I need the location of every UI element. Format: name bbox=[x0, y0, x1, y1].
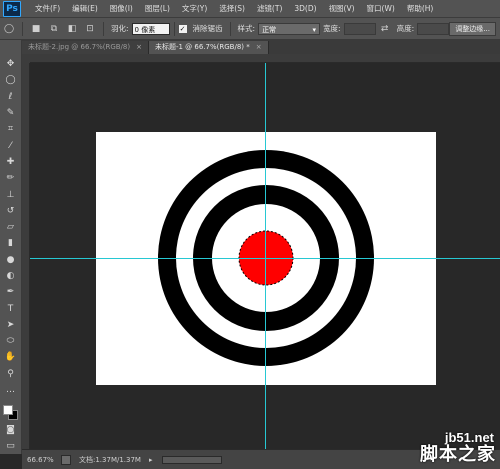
horizontal-guide[interactable] bbox=[30, 258, 500, 259]
options-bar: ◯ ■ ⧉ ◧ ⊡ 羽化: 0 像素 ✓ 消除锯齿 样式: 正常 宽度: ⇄ 高… bbox=[0, 18, 500, 40]
intersect-selection-icon[interactable]: ⊡ bbox=[84, 23, 96, 35]
height-label: 高度: bbox=[396, 24, 415, 33]
move-icon[interactable]: ✥ bbox=[3, 57, 19, 71]
menu-view[interactable]: 视图(V) bbox=[323, 3, 361, 14]
vertical-guide[interactable] bbox=[265, 63, 266, 449]
doc-info-icon[interactable] bbox=[61, 454, 71, 465]
close-icon[interactable]: × bbox=[256, 41, 262, 54]
healing-icon[interactable]: ✚ bbox=[3, 155, 19, 169]
stamp-icon[interactable]: ⊥ bbox=[3, 187, 19, 201]
lasso-icon[interactable]: ℓ bbox=[3, 90, 19, 104]
feather-label: 羽化: bbox=[111, 24, 129, 33]
swap-icon[interactable]: ⇄ bbox=[379, 23, 391, 35]
dodge-icon[interactable]: ◐ bbox=[3, 269, 19, 283]
ellipse-marquee-icon[interactable]: ◯ bbox=[3, 23, 15, 35]
status-menu-icon[interactable]: ▸ bbox=[149, 456, 153, 464]
width-label: 宽度: bbox=[323, 24, 341, 33]
eraser-icon[interactable]: ▱ bbox=[3, 220, 19, 234]
style-label: 样式: bbox=[237, 24, 256, 33]
type-icon[interactable]: T bbox=[3, 301, 19, 315]
horizontal-ruler[interactable] bbox=[30, 54, 500, 63]
eyedropper-icon[interactable]: ⁄ bbox=[3, 138, 19, 152]
menu-image[interactable]: 图像(I) bbox=[104, 3, 139, 14]
menu-help[interactable]: 帮助(H) bbox=[401, 3, 440, 14]
quick-select-icon[interactable]: ✎ bbox=[3, 106, 19, 120]
refine-edge-button[interactable]: 调整边缘... bbox=[449, 21, 496, 36]
photoshop-window: Ps 文件(F) 编辑(E) 图像(I) 图层(L) 文字(Y) 选择(S) 滤… bbox=[0, 0, 500, 469]
menu-type[interactable]: 文字(Y) bbox=[176, 3, 213, 14]
add-selection-icon[interactable]: ⧉ bbox=[48, 23, 60, 35]
close-icon[interactable]: × bbox=[136, 41, 142, 54]
canvas-workspace[interactable] bbox=[30, 63, 500, 449]
new-selection-icon[interactable]: ■ bbox=[30, 23, 42, 35]
ruler-corner bbox=[22, 54, 30, 63]
style-select[interactable]: 正常 bbox=[258, 22, 321, 36]
antialias-label: 消除锯齿 bbox=[192, 24, 223, 33]
antialias-checkbox[interactable]: ✓ bbox=[178, 24, 187, 33]
menu-bar: Ps 文件(F) 编辑(E) 图像(I) 图层(L) 文字(Y) 选择(S) 滤… bbox=[0, 0, 500, 18]
blur-icon[interactable]: ● bbox=[3, 253, 19, 267]
tab-document-2[interactable]: 未标题-2.jpg @ 66.7%(RGB/8) × bbox=[22, 41, 149, 54]
status-bar: 66.67% 文档:1.37M/1.37M ▸ bbox=[22, 449, 500, 469]
divider bbox=[229, 21, 231, 36]
document-tabs: 未标题-2.jpg @ 66.7%(RGB/8) × 未标题-1 @ 66.7%… bbox=[22, 40, 500, 54]
quick-mask-icon[interactable]: ◙ bbox=[3, 422, 19, 436]
menu-3d[interactable]: 3D(D) bbox=[288, 4, 322, 13]
marquee-icon[interactable]: ◯ bbox=[3, 73, 19, 87]
screen-mode-icon[interactable]: ▭ bbox=[3, 439, 19, 453]
menu-select[interactable]: 选择(S) bbox=[213, 3, 251, 14]
menu-window[interactable]: 窗口(W) bbox=[361, 3, 401, 14]
height-input[interactable] bbox=[417, 22, 450, 35]
divider bbox=[22, 21, 23, 36]
horizontal-scrollbar[interactable] bbox=[162, 455, 223, 464]
zoom-level[interactable]: 66.67% bbox=[27, 456, 61, 464]
brush-icon[interactable]: ✏ bbox=[3, 171, 19, 185]
tab-label: 未标题-2.jpg @ 66.7%(RGB/8) bbox=[28, 43, 131, 51]
color-swatches[interactable] bbox=[2, 404, 20, 421]
path-select-icon[interactable]: ➤ bbox=[3, 318, 19, 332]
tab-document-1[interactable]: 未标题-1 @ 66.7%(RGB/8) * × bbox=[148, 41, 269, 54]
width-input[interactable] bbox=[343, 22, 376, 35]
divider bbox=[173, 21, 175, 36]
tab-label: 未标题-1 @ 66.7%(RGB/8) * bbox=[154, 43, 250, 51]
menu-file[interactable]: 文件(F) bbox=[29, 3, 66, 14]
history-brush-icon[interactable]: ↺ bbox=[3, 204, 19, 218]
tools-panel: ✥ ◯ ℓ ✎ ⌗ ⁄ ✚ ✏ ⊥ ↺ ▱ ▮ ● ◐ ✒ T ➤ ⬭ ✋ ⚲ … bbox=[0, 40, 22, 454]
crop-icon[interactable]: ⌗ bbox=[3, 122, 19, 136]
subtract-selection-icon[interactable]: ◧ bbox=[66, 23, 78, 35]
app-logo: Ps bbox=[3, 0, 21, 17]
divider bbox=[103, 21, 104, 36]
hand-icon[interactable]: ✋ bbox=[3, 350, 19, 364]
feather-input[interactable]: 0 像素 bbox=[131, 22, 170, 35]
menu-edit[interactable]: 编辑(E) bbox=[66, 3, 104, 14]
foreground-color-swatch[interactable] bbox=[2, 405, 13, 416]
menu-layer[interactable]: 图层(L) bbox=[139, 3, 176, 14]
vertical-ruler[interactable] bbox=[22, 63, 30, 449]
gradient-icon[interactable]: ▮ bbox=[3, 236, 19, 250]
zoom-icon[interactable]: ⚲ bbox=[3, 367, 19, 381]
pen-icon[interactable]: ✒ bbox=[3, 285, 19, 299]
more-tools-icon[interactable]: … bbox=[3, 383, 19, 397]
shape-icon[interactable]: ⬭ bbox=[3, 334, 19, 348]
document-size: 文档:1.37M/1.37M bbox=[79, 455, 141, 464]
menu-filter[interactable]: 滤镜(T) bbox=[251, 3, 288, 14]
